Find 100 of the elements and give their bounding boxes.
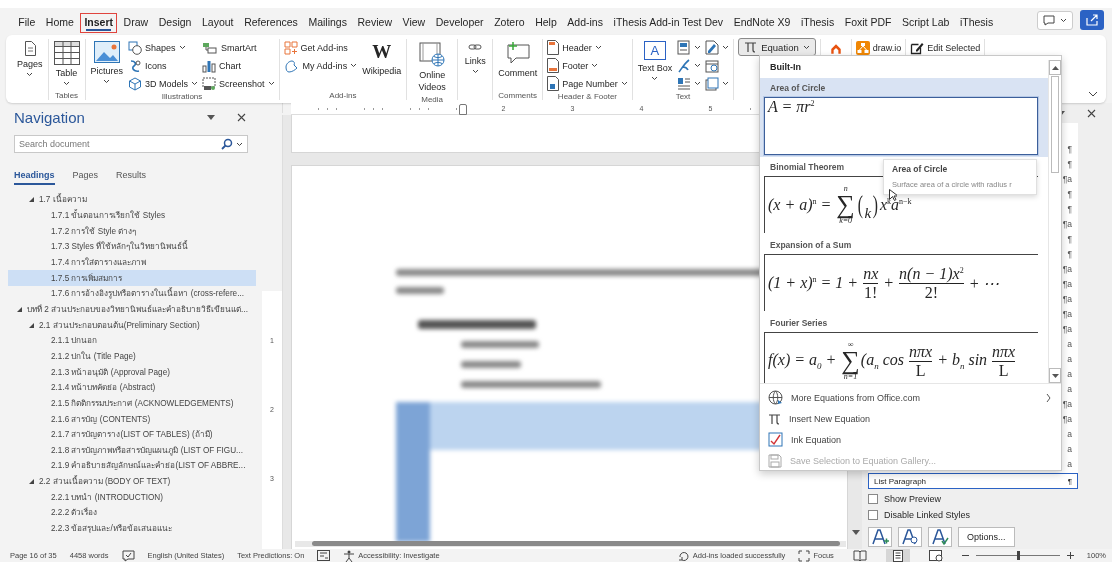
menu-item[interactable]: Ink Equation — [760, 429, 1061, 450]
collapse-ribbon-button[interactable] — [1088, 91, 1098, 97]
ribbon-button[interactable]: Online Videos — [411, 39, 454, 95]
ribbon-tab[interactable]: Design — [154, 13, 196, 33]
ribbon-tab[interactable]: View — [398, 13, 430, 33]
equation-name[interactable]: Area of Circle — [764, 81, 832, 97]
expanded-triangle-icon[interactable] — [28, 321, 35, 329]
heading-item[interactable]: 1.7.1 ขั้นตอนการเรียกใช้ Styles — [8, 207, 256, 224]
checkbox-label[interactable]: Show Preview — [884, 494, 942, 504]
equation-name[interactable]: Fourier Series — [764, 316, 834, 332]
scroll-down-button[interactable] — [852, 530, 860, 535]
ribbon-tab[interactable]: Mailings — [304, 13, 352, 33]
ribbon-button[interactable]: A Text Box — [636, 39, 674, 92]
ribbon-tab[interactable]: Developer — [431, 13, 488, 33]
heading-item[interactable]: 2.1.7 สารบัญตาราง(LIST OF TABLES) (ถ้ามี) — [8, 426, 256, 443]
ribbon-button[interactable]: Footer — [547, 57, 628, 74]
equation-button[interactable]: Equation — [738, 38, 816, 56]
pane-tab[interactable]: Pages — [72, 167, 99, 185]
ribbon-tab[interactable]: iThesis — [796, 13, 839, 33]
ribbon-button[interactable]: W Wikipedia — [361, 39, 403, 91]
expanded-triangle-icon[interactable] — [16, 305, 23, 313]
highlighted-gallery-item[interactable]: Area of Circle A = πr$^{2}$ — [760, 78, 1048, 157]
heading-item[interactable]: 2.1 ส่วนประกอบตอนต้น(Preliminary Section) — [8, 317, 256, 333]
style-item[interactable]: List Paragraph ¶ — [868, 473, 1078, 489]
expanded-triangle-icon[interactable] — [28, 196, 35, 204]
ribbon-tab[interactable]: iThesis Add-in Test Dev — [609, 13, 728, 33]
ribbon-button[interactable]: Comment — [497, 39, 539, 91]
equation-name[interactable]: Expansion of a Sum — [764, 238, 858, 254]
status-button[interactable] — [317, 550, 331, 561]
heading-item[interactable]: 2.1.6 สารบัญ (CONTENTS) — [8, 411, 256, 427]
style-button[interactable] — [868, 527, 892, 547]
ribbon-button[interactable]: Links — [462, 39, 489, 100]
heading-item[interactable]: 1.7.4 การใส่ตารางและภาพ — [8, 254, 256, 271]
heading-item[interactable]: 1.7.5 การเพิ่มสมการ — [8, 270, 256, 286]
ribbon-icon-button[interactable] — [677, 39, 702, 56]
heading-item[interactable]: 2.1.3 หน้าอนุมัติ (Approval Page) — [8, 364, 256, 380]
zoom-out-button[interactable] — [961, 552, 969, 559]
ribbon-button[interactable]: My Add-ins — [283, 57, 358, 74]
ribbon-button[interactable]: Shapes — [128, 39, 199, 56]
indent-marker[interactable] — [459, 104, 467, 115]
ribbon-button[interactable]: Page Number — [547, 75, 628, 92]
horizontal-scrollbar[interactable] — [295, 541, 846, 547]
ribbon-button[interactable]: Table — [52, 39, 81, 91]
ribbon-tab[interactable]: Foxit PDF — [840, 13, 896, 33]
ribbon-button[interactable]: Pictures — [89, 39, 125, 92]
ribbon-button[interactable]: draw.io — [855, 39, 902, 56]
pane-tab[interactable]: Results — [116, 167, 147, 185]
heading-item[interactable]: 2.2.1 บทนำ (INTRODUCTION) — [8, 489, 256, 506]
heading-item[interactable]: 2.2.3 ข้อสรุปและ/หรือข้อเสนอแนะ — [8, 520, 256, 537]
ribbon-button[interactable]: Screenshot — [202, 75, 275, 92]
scroll-up-button[interactable] — [1049, 60, 1061, 75]
checkbox[interactable] — [868, 510, 878, 520]
equation-name[interactable]: Binomial Theorem — [764, 160, 851, 176]
ribbon-button[interactable]: Edit Selected — [910, 39, 981, 56]
ribbon-tab[interactable]: Script Lab — [897, 13, 954, 33]
ribbon-icon-button[interactable] — [705, 75, 730, 92]
ribbon-tab[interactable]: iThesis — [955, 13, 998, 33]
style-button[interactable] — [898, 527, 922, 547]
heading-item[interactable]: 2.1.2 ปกใน (Title Page) — [8, 348, 256, 365]
ribbon-tab[interactable]: EndNote X9 — [729, 13, 795, 33]
heading-item[interactable]: 1.7.3 Styles ที่ใช้หลักๆในวิทยานิพนธ์นี้ — [8, 238, 256, 255]
heading-item[interactable]: 2.1.5 กิตติกรรมประกาศ (ACKNOWLEDGEMENTS) — [8, 395, 256, 412]
ribbon-tab[interactable]: Zotero — [489, 13, 529, 33]
pane-tab[interactable]: Headings — [14, 167, 55, 185]
heading-item[interactable]: 1.7.6 การอ้างอิงรูปหรือตารางในเนื้อหา (cross-refere... — [8, 285, 256, 302]
equation-preview[interactable]: A = πr$^{2}$ — [764, 97, 1038, 155]
style-button[interactable] — [928, 527, 952, 547]
heading-item[interactable]: บทที่ 2 ส่วนประกอบของวิทยานิพนธ์และคำอธิบายวิธีเขียนแต่... — [8, 301, 256, 318]
ribbon-button[interactable]: 3D Models — [128, 75, 199, 92]
checkbox[interactable] — [868, 494, 878, 504]
heading-item[interactable]: 2.1.9 คำอธิบายสัญลักษณ์และคำย่อ(LIST OF ABBRE... — [8, 458, 256, 474]
heading-item[interactable]: 1.7 เนื้อความ — [8, 192, 256, 208]
heading-item[interactable]: 2.1.8 สารบัญภาพหรือสารบัญแผนภูมิ (LIST OF FIGU... — [8, 442, 256, 459]
ribbon-button[interactable]: SmartArt — [202, 39, 275, 56]
ribbon-tab[interactable]: Insert — [80, 13, 118, 33]
ribbon-button[interactable]: Get Add-ins — [283, 39, 358, 56]
ribbon-tab[interactable]: Home — [41, 13, 79, 33]
pane-options-button[interactable] — [205, 112, 217, 122]
ribbon-tab[interactable]: Help — [530, 13, 562, 33]
ribbon-button[interactable]: Icons — [128, 57, 199, 74]
menu-item[interactable]: More Equations from Office.com — [760, 387, 1061, 408]
ribbon-tab[interactable]: Layout — [197, 13, 238, 33]
scrollbar[interactable] — [1048, 60, 1061, 383]
expanded-triangle-icon[interactable] — [28, 478, 35, 486]
menu-item[interactable]: Insert New Equation — [760, 408, 1061, 429]
heading-item[interactable]: 1.7.2 การใช้ Style ต่างๆ — [8, 223, 256, 239]
heading-item[interactable]: 2.2 ส่วนเนื้อความ (BODY OF TEXT) — [8, 473, 256, 490]
scroll-down-button[interactable] — [1049, 368, 1061, 383]
ribbon-button[interactable]: Chart — [202, 57, 275, 74]
heading-item[interactable]: 2.1.1 ปกนอก — [8, 332, 256, 349]
checkbox-label[interactable]: Disable Linked Styles — [884, 510, 971, 520]
ribbon-icon-button[interactable] — [677, 75, 702, 92]
status-button[interactable] — [121, 549, 135, 562]
options-button[interactable]: Options... — [958, 527, 1015, 547]
ribbon-tab[interactable]: Draw — [119, 13, 153, 33]
ribbon-button[interactable]: Pages — [16, 39, 44, 100]
comments-button[interactable] — [1037, 10, 1073, 30]
share-button[interactable] — [1080, 10, 1104, 30]
zoom-in-button[interactable] — [1066, 552, 1074, 559]
ribbon-icon-button[interactable] — [705, 39, 730, 56]
